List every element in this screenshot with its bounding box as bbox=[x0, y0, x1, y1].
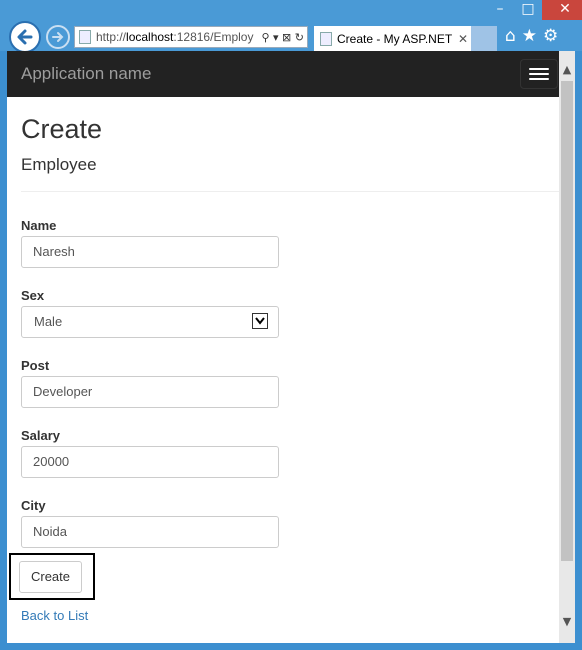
navbar: Application name bbox=[7, 51, 559, 97]
sex-label: Sex bbox=[21, 288, 45, 303]
city-input[interactable]: Noida bbox=[21, 516, 279, 548]
hamburger-icon bbox=[529, 68, 549, 70]
close-button[interactable]: ✕ bbox=[542, 0, 582, 20]
tab-label: Create - My ASP.NET ... bbox=[337, 31, 455, 46]
window-frame-bottom bbox=[0, 643, 582, 650]
home-icon[interactable]: ⌂ bbox=[505, 26, 516, 46]
page-subtitle: Employee bbox=[21, 155, 97, 174]
page-viewport: Application name ▲ ▼ Create Employee Nam… bbox=[7, 51, 575, 643]
post-input[interactable]: Developer bbox=[21, 376, 279, 408]
favorites-icon[interactable]: ★ bbox=[522, 26, 537, 46]
new-tab-button[interactable] bbox=[471, 26, 497, 51]
hamburger-icon-bar bbox=[529, 73, 549, 75]
post-label: Post bbox=[21, 358, 50, 373]
back-button[interactable] bbox=[9, 21, 41, 53]
tab-page-icon bbox=[320, 31, 332, 46]
scroll-down-icon[interactable]: ▼ bbox=[559, 613, 575, 631]
address-tools[interactable]: ⚲ ▾ ⊠ ↻ bbox=[261, 31, 307, 44]
address-bar[interactable]: http://localhost:12816/Employ ⚲ ▾ ⊠ ↻ bbox=[74, 26, 308, 48]
salary-input[interactable]: 20000 bbox=[21, 446, 279, 478]
url-prefix: http:// bbox=[96, 30, 127, 44]
menu-toggle-button[interactable] bbox=[520, 59, 558, 89]
divider bbox=[21, 191, 559, 192]
back-arrow-icon bbox=[17, 29, 33, 45]
vertical-scrollbar[interactable]: ▲ ▼ bbox=[559, 51, 575, 643]
back-to-list-link[interactable]: Back to List bbox=[21, 608, 88, 623]
create-button[interactable]: Create bbox=[19, 561, 82, 593]
page-title: Create bbox=[21, 114, 103, 144]
url-host: localhost bbox=[126, 30, 174, 44]
name-label: Name bbox=[21, 218, 57, 233]
forward-arrow-icon bbox=[52, 32, 64, 42]
sex-selected-value: Male bbox=[34, 314, 63, 329]
city-label: City bbox=[21, 498, 46, 513]
settings-icon[interactable]: ⚙ bbox=[543, 26, 558, 46]
chevron-down-icon[interactable] bbox=[252, 313, 268, 329]
minimize-button[interactable]: – bbox=[486, 0, 514, 20]
maximize-button[interactable]: □ bbox=[514, 0, 542, 20]
scroll-up-icon[interactable]: ▲ bbox=[559, 61, 575, 79]
sex-select[interactable]: Male bbox=[21, 306, 279, 338]
forward-button[interactable] bbox=[46, 25, 70, 49]
tab-close-icon[interactable]: ✕ bbox=[455, 32, 471, 46]
scrollbar-thumb[interactable] bbox=[561, 81, 573, 561]
tab-create[interactable]: Create - My ASP.NET ... ✕ bbox=[314, 26, 471, 51]
window-controls: – □ ✕ bbox=[486, 0, 582, 20]
url-rest: :12816/Employ bbox=[173, 30, 254, 44]
hamburger-icon-bar bbox=[529, 78, 549, 80]
page-icon bbox=[79, 30, 91, 44]
address-url[interactable]: http://localhost:12816/Employ bbox=[96, 30, 261, 44]
brand-link[interactable]: Application name bbox=[21, 64, 151, 84]
browser-tools: ⌂ ★ ⚙ bbox=[505, 26, 558, 46]
salary-label: Salary bbox=[21, 428, 61, 443]
chevron-down-glyph bbox=[255, 317, 265, 325]
name-input[interactable]: Naresh bbox=[21, 236, 279, 268]
